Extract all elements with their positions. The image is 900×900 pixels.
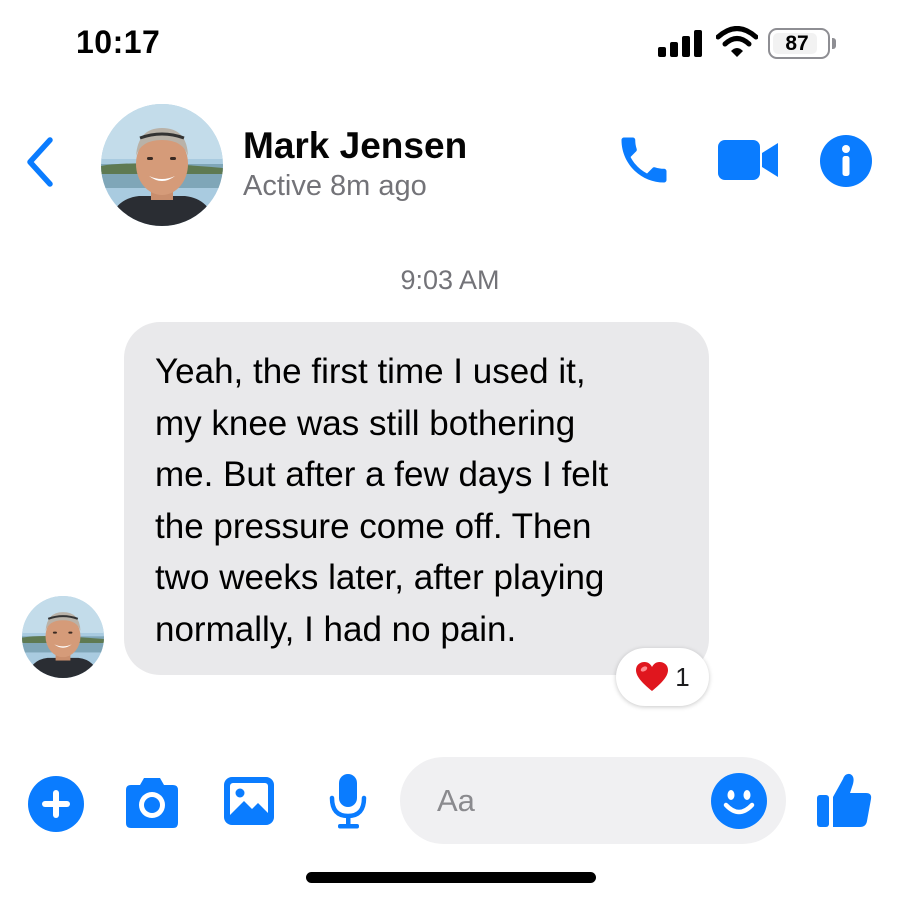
contact-name[interactable]: Mark Jensen xyxy=(243,125,467,167)
image-icon xyxy=(224,777,274,825)
message-line: me. But after a few days I felt xyxy=(155,455,609,494)
message-timestamp: 9:03 AM xyxy=(400,265,500,295)
contact-active-status: Active 8m ago xyxy=(243,170,427,202)
gallery-button[interactable] xyxy=(222,775,276,827)
emoji-button[interactable] xyxy=(711,773,767,829)
camera-icon xyxy=(126,778,178,828)
wifi-icon xyxy=(716,26,758,57)
message-line: Yeah, the first time I used it, xyxy=(155,352,586,391)
message-line: the pressure come off. Then xyxy=(155,506,592,546)
thumbs-up-icon xyxy=(817,773,872,827)
voice-message-button[interactable] xyxy=(328,772,368,830)
heart-icon xyxy=(636,662,669,691)
microphone-icon xyxy=(329,774,367,829)
message-reaction[interactable]: 1 xyxy=(616,648,709,706)
more-actions-button[interactable] xyxy=(28,776,84,832)
battery-percentage: 87 xyxy=(785,31,809,55)
message-line: my knee was still bothering xyxy=(155,403,576,443)
incoming-message-bubble[interactable]: Yeah, the first time I used it, my knee … xyxy=(124,322,709,675)
like-button[interactable] xyxy=(815,771,873,829)
video-camera-icon xyxy=(718,140,778,180)
reaction-count: 1 xyxy=(675,661,690,692)
status-time: 10:17 xyxy=(76,24,161,60)
conversation-info-button[interactable] xyxy=(820,135,872,187)
cellular-signal-icon xyxy=(658,30,702,57)
phone-icon xyxy=(621,137,667,183)
battery-icon: 87 xyxy=(768,28,830,59)
home-indicator xyxy=(306,872,596,883)
camera-button[interactable] xyxy=(122,776,182,830)
audio-call-button[interactable] xyxy=(614,130,674,190)
message-line: normally, I had no pain. xyxy=(155,609,517,649)
back-button[interactable] xyxy=(18,134,62,190)
plus-icon xyxy=(28,776,84,832)
emoji-icon xyxy=(711,773,767,829)
message-line: two weeks later, after playing xyxy=(155,558,605,597)
chevron-left-icon xyxy=(27,137,53,187)
message-text: Yeah, the first time I used it, my knee … xyxy=(155,346,679,655)
contact-avatar[interactable] xyxy=(101,104,223,226)
video-call-button[interactable] xyxy=(716,136,780,184)
battery-cap xyxy=(832,38,836,49)
info-icon xyxy=(820,135,872,187)
sender-avatar[interactable] xyxy=(22,596,104,678)
